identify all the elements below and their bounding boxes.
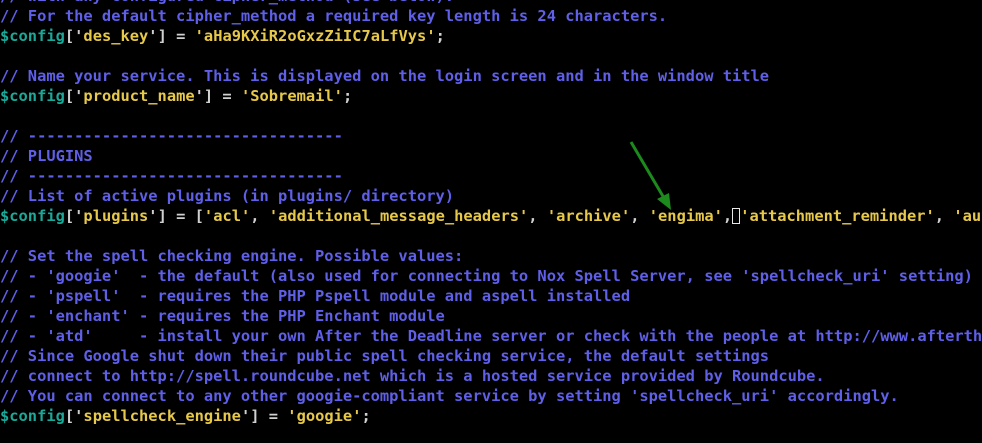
punctuation: ; [361,407,371,425]
punctuation: ; [342,87,353,105]
code-line-10: // ---------------------------------- [0,166,982,186]
punctuation: ; [435,27,445,45]
punctuation: ' [287,407,297,425]
plugin-item: 'engima' [648,207,723,225]
comment-text: // You can connect to any other googie-c… [0,387,899,405]
config-value: Sobremail [250,87,334,105]
punctuation: '] = [194,87,241,105]
code-line-19: // Since Google shut down their public s… [0,346,982,366]
plugin-item: 'additional_message_headers' [268,207,529,225]
code-line-22: $config['spellcheck_engine'] = 'googie'; [0,406,982,426]
config-key: plugins [83,207,149,225]
plugin-item: 'autologon' [953,207,982,225]
punctuation: [' [64,207,84,225]
code-line-2: // For the default cipher_method a requi… [0,6,982,26]
code-line-12: $config['plugins'] = ['acl', 'additional… [0,206,982,226]
punctuation: [' [64,87,84,105]
config-variable: $config [0,87,65,105]
plugin-item: 'attachment_reminder' [740,207,935,225]
plugin-item: 'archive' [546,207,631,225]
code-line-7 [0,106,982,126]
comment-text: // Set the spell checking engine. Possib… [0,247,464,265]
plugin-item: 'acl' [203,207,251,225]
punctuation: '] = [148,207,195,225]
punctuation: [' [64,27,84,45]
punctuation: , [630,207,649,225]
punctuation: , [250,207,269,225]
comment-text: // with any configured cipher_method (se… [0,0,454,5]
code-line-14: // Set the spell checking engine. Possib… [0,246,982,266]
comment-text: // - 'atd' - install your own After the … [0,327,982,345]
comment-text: // - 'enchant' - requires the PHP Enchan… [0,307,445,325]
code-line-9: // PLUGINS [0,146,982,166]
punctuation: [' [64,407,84,425]
code-line-4 [0,46,982,66]
config-value: aHa9KXiR2oGxzZiIC7aLfVys [203,27,427,45]
comment-text: // For the default cipher_method a requi… [0,7,668,25]
code-line-16: // - 'pspell' - requires the PHP Pspell … [0,286,982,306]
punctuation: ' [426,27,436,45]
punctuation: ' [194,27,204,45]
punctuation: , [934,207,954,225]
config-key: spellcheck_engine [83,407,241,425]
config-key: product_name [83,87,195,105]
code-line-13 [0,226,982,246]
code-line-20: // connect to http://spell.roundcube.net… [0,366,982,386]
punctuation: ' [333,87,343,105]
code-line-8: // ---------------------------------- [0,126,982,146]
punctuation: , [528,207,547,225]
code-line-18: // - 'atd' - install your own After the … [0,326,982,346]
code-line-6: $config['product_name'] = 'Sobremail'; [0,86,982,106]
comment-text: // - 'googie' - the default (also used f… [0,267,973,285]
code-line-11: // List of active plugins (in plugins/ d… [0,186,982,206]
comment-text: // - 'pspell' - requires the PHP Pspell … [0,287,631,305]
punctuation: [ [194,207,204,225]
config-variable: $config [0,407,65,425]
code-line-5: // Name your service. This is displayed … [0,66,982,86]
config-variable: $config [0,207,65,225]
comment-text: // connect to http://spell.roundcube.net… [0,367,825,385]
config-variable: $config [0,27,65,45]
code-line-17: // - 'enchant' - requires the PHP Enchan… [0,306,982,326]
code-line-15: // - 'googie' - the default (also used f… [0,266,982,286]
punctuation: '] = [240,407,288,425]
code-line-21: // You can connect to any other googie-c… [0,386,982,406]
config-key: des_key [83,27,149,45]
punctuation: ' [240,87,251,105]
punctuation: '] = [148,27,195,45]
comment-text: // ---------------------------------- [0,167,343,185]
comment-text: // List of active plugins (in plugins/ d… [0,187,455,205]
comment-text: // ---------------------------------- [0,127,343,145]
punctuation: , [722,207,733,225]
config-value: googie [296,407,353,425]
code-editor[interactable]: // with any configured cipher_method (se… [0,0,982,426]
comment-text: // PLUGINS [0,147,93,165]
code-line-3: $config['des_key'] = 'aHa9KXiR2oGxzZiIC7… [0,26,982,46]
comment-text: // Name your service. This is displayed … [0,67,770,85]
comment-text: // Since Google shut down their public s… [0,347,770,365]
text-cursor [732,208,741,224]
